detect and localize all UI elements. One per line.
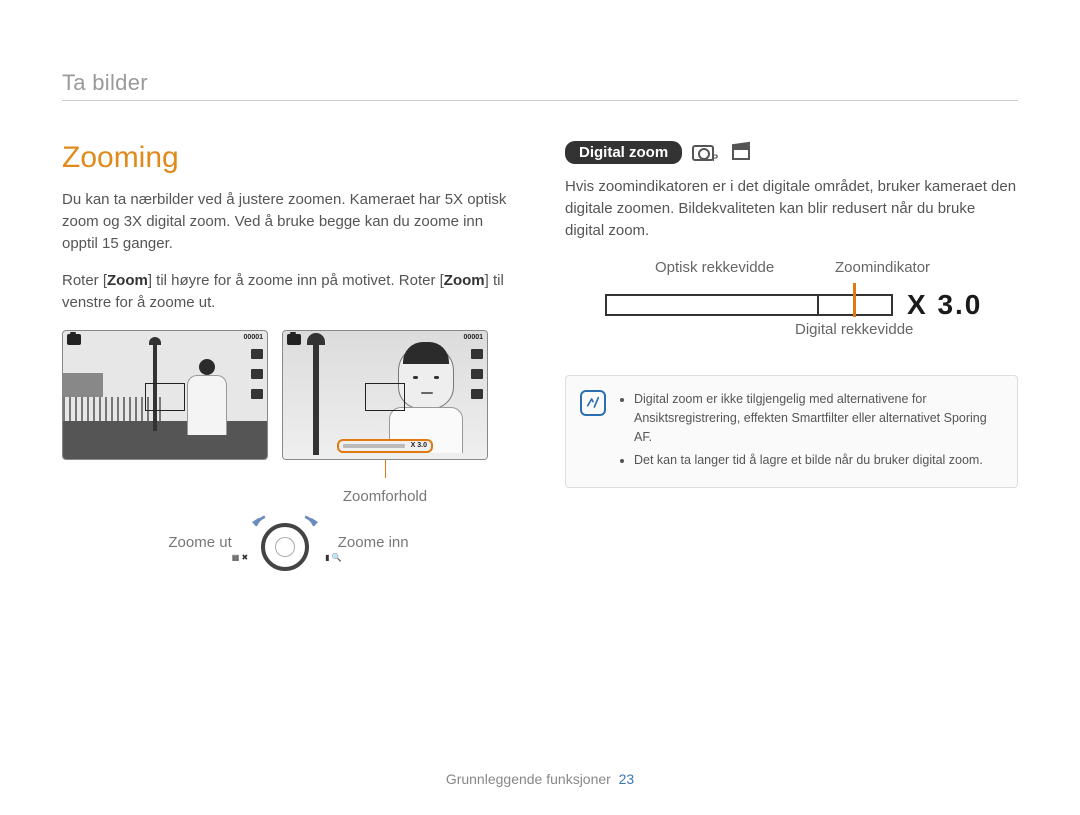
camera-p-mode-icon — [692, 145, 714, 161]
zoomforhold-label: Zoomforhold — [282, 488, 488, 505]
focus-rectangle — [365, 383, 405, 411]
digital-range-label: Digital rekkevidde — [795, 321, 913, 338]
dial-ring-icon — [261, 523, 309, 571]
digital-zoom-paragraph: Hvis zoomindikatoren er i det digitale o… — [565, 176, 1018, 241]
osd-right-strip — [251, 349, 263, 399]
camera-mode-icon — [67, 334, 81, 345]
tele-icon: ▮ 🔍 — [325, 553, 342, 562]
note-box: Digital zoom er ikke tilgjengelig med al… — [565, 375, 1018, 488]
zoom-in-label: Zoome inn — [338, 534, 409, 551]
osd-right-strip — [471, 349, 483, 399]
zooming-paragraph-2: Roter [Zoom] til høyre for å zoome inn p… — [62, 270, 515, 314]
heading-zooming: Zooming — [62, 141, 515, 175]
zoom-indicator-marker — [853, 283, 856, 317]
optical-range-label: Optisk rekkevidde — [655, 259, 835, 276]
zoom-dial-row: Zoome ut ▦ ✖ ▮ 🔍 Zoome inn — [62, 515, 515, 571]
footer-section: Grunnleggende funksjoner — [446, 771, 611, 787]
left-column: Zooming Du kan ta nærbilder ved å juster… — [62, 141, 515, 571]
zoom-range-diagram: Optisk rekkevidde Zoomindikator X 3.0 Di… — [595, 259, 1018, 369]
shot-counter: 00001 — [244, 334, 263, 345]
p2-mid: ] til høyre for å zoome inn på motivet. … — [148, 272, 444, 289]
note-item-1: Digital zoom er ikke tilgjengelig med al… — [634, 390, 1001, 446]
optical-segment — [607, 296, 817, 314]
camera-screenshots: 00001 — [62, 330, 515, 460]
note-icon — [580, 390, 606, 416]
page-footer: Grunnleggende funksjoner 23 — [0, 771, 1080, 787]
zoom-indicator-label: Zoomindikator — [835, 259, 930, 276]
shot-counter: 00001 — [464, 334, 483, 345]
zoom-range-bar — [605, 294, 893, 316]
screenshot-wide: 00001 — [62, 330, 268, 460]
right-column: Digital zoom P Hvis zoomindikatoren er i… — [565, 141, 1018, 571]
zoom-out-label: Zoome ut — [168, 534, 231, 551]
note-item-2: Det kan ta langer tid å lagre et bilde n… — [634, 451, 1001, 470]
zoom-dial: ▦ ✖ ▮ 🔍 — [246, 515, 324, 571]
mode-icons: P — [692, 145, 750, 161]
wide-icon: ▦ ✖ — [232, 553, 248, 562]
scene-mode-icon — [732, 146, 750, 160]
zoom-bar-callout: X 3.0 — [337, 439, 433, 453]
zooming-paragraph-1: Du kan ta nærbilder ved å justere zoomen… — [62, 189, 515, 254]
callout-leader-line — [385, 460, 386, 478]
digital-zoom-pill: Digital zoom — [565, 141, 682, 164]
footer-page-number: 23 — [619, 771, 635, 787]
zoom-x-value: X 3.0 — [907, 289, 982, 321]
screenshot-zoomed: 00001 X 3.0 — [282, 330, 488, 460]
camera-mode-icon — [287, 334, 301, 345]
p2-bold-1: Zoom — [107, 272, 148, 289]
p2-pre: Roter [ — [62, 272, 107, 289]
p2-bold-2: Zoom — [444, 272, 485, 289]
breadcrumb: Ta bilder — [62, 70, 1018, 101]
focus-rectangle — [145, 383, 185, 411]
zoom-bar-text: X 3.0 — [411, 442, 427, 449]
